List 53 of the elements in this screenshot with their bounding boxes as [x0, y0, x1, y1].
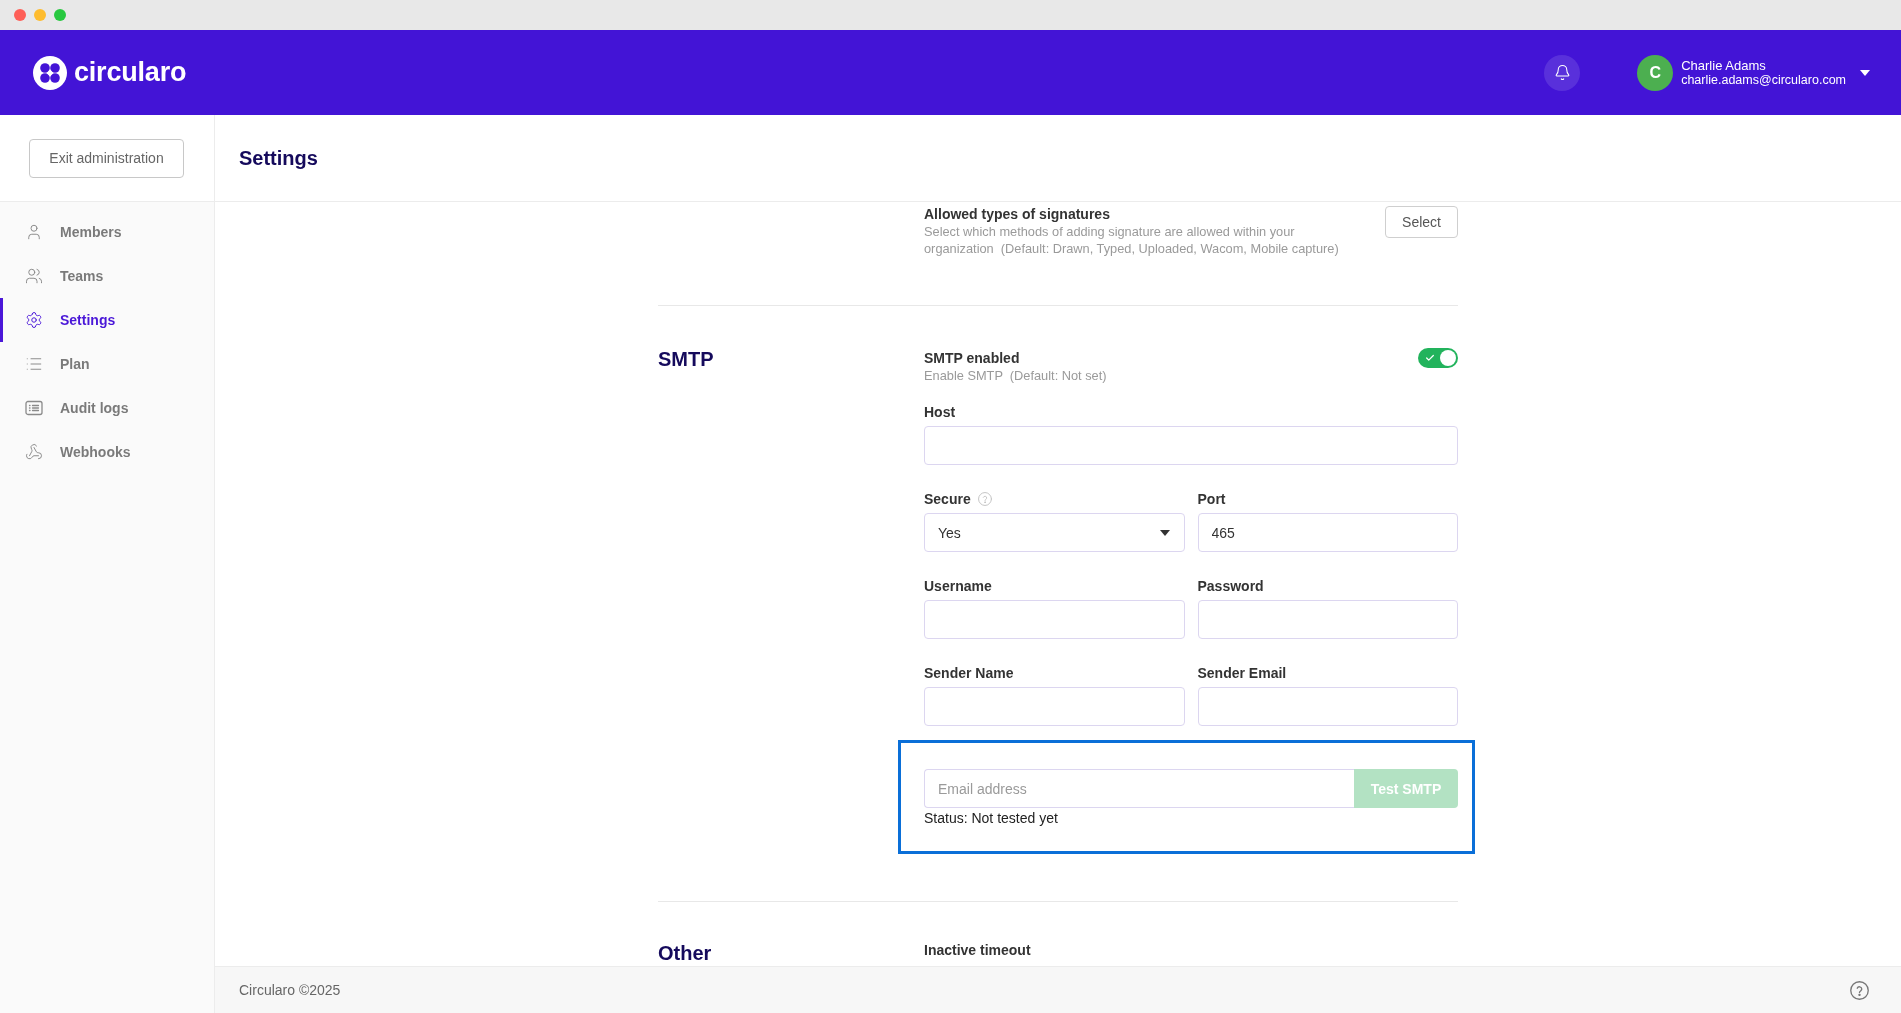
setting-label: Allowed types of signatures — [924, 206, 1111, 223]
setting-description: Enable SMTP (Default: Not set) — [924, 368, 1107, 384]
setting-label: SMTP enabled — [924, 349, 1021, 368]
exit-administration-button[interactable]: Exit administration — [29, 138, 184, 178]
sidebar-item[interactable]: Teams — [0, 254, 214, 298]
user-avatar[interactable]: C — [1637, 54, 1674, 91]
field-label: Sender Email — [1197, 665, 1287, 681]
sidebar-item[interactable]: Audit logs — [0, 386, 214, 430]
logo-icon — [33, 55, 67, 90]
text-input[interactable]: 465 — [1197, 513, 1458, 552]
text-input[interactable] — [924, 600, 1185, 639]
toggle-switch[interactable] — [1418, 348, 1458, 368]
field-label: Host — [924, 404, 956, 420]
sidebar-item[interactable]: Webhooks — [0, 430, 214, 474]
user-email: charlie.adams@circularo.com — [1681, 72, 1846, 87]
person-icon — [25, 223, 43, 241]
text-input[interactable] — [1197, 600, 1458, 639]
people-icon — [25, 267, 43, 285]
list-icon — [25, 355, 43, 373]
status-text: Status: Not tested yet — [924, 810, 1059, 826]
user-name: Charlie Adams — [1681, 58, 1767, 73]
field-label: Secure — [924, 491, 971, 507]
text-input[interactable] — [1197, 687, 1458, 726]
caret-down-icon[interactable] — [1860, 69, 1870, 76]
sidebar-item[interactable]: Plan — [0, 342, 214, 386]
webhook-icon — [25, 443, 43, 461]
check-icon — [1425, 353, 1435, 363]
field-label: Sender Name — [924, 665, 1014, 681]
setting-description: Select which methods of adding signature are allowed within your organization (Default: Drawn, Typed, Uploaded, Wacom, Mobile capture) — [924, 223, 1340, 257]
settings-icon — [25, 311, 43, 329]
list-box-icon — [25, 399, 43, 417]
section-title: Other — [658, 942, 713, 964]
notifications-button[interactable] — [1544, 54, 1581, 91]
caret-down-icon[interactable] — [1159, 529, 1170, 536]
field-label: Port — [1197, 491, 1226, 507]
select-button[interactable]: Select — [1385, 206, 1458, 238]
text-input[interactable] — [924, 687, 1185, 726]
field-label: Username — [924, 578, 992, 594]
window-close-icon[interactable] — [14, 9, 26, 21]
footer-text: Circularo ©2025 — [239, 982, 341, 998]
select-field[interactable]: Yes — [924, 513, 1185, 552]
setting-label: Inactive timeout — [924, 942, 1032, 959]
sidebar-item[interactable]: Members — [0, 210, 214, 254]
help-icon[interactable] — [1850, 980, 1869, 1000]
sidebar-item[interactable]: Settings — [0, 298, 214, 342]
section-title: SMTP — [658, 348, 715, 370]
window-minimize-icon[interactable] — [34, 9, 46, 21]
window-maximize-icon[interactable] — [54, 9, 66, 21]
field-label: Password — [1197, 578, 1264, 594]
page-title: Settings — [239, 146, 318, 170]
text-input[interactable] — [924, 426, 1458, 465]
bell-icon — [1553, 64, 1571, 81]
logo-text: circularo — [74, 57, 187, 88]
